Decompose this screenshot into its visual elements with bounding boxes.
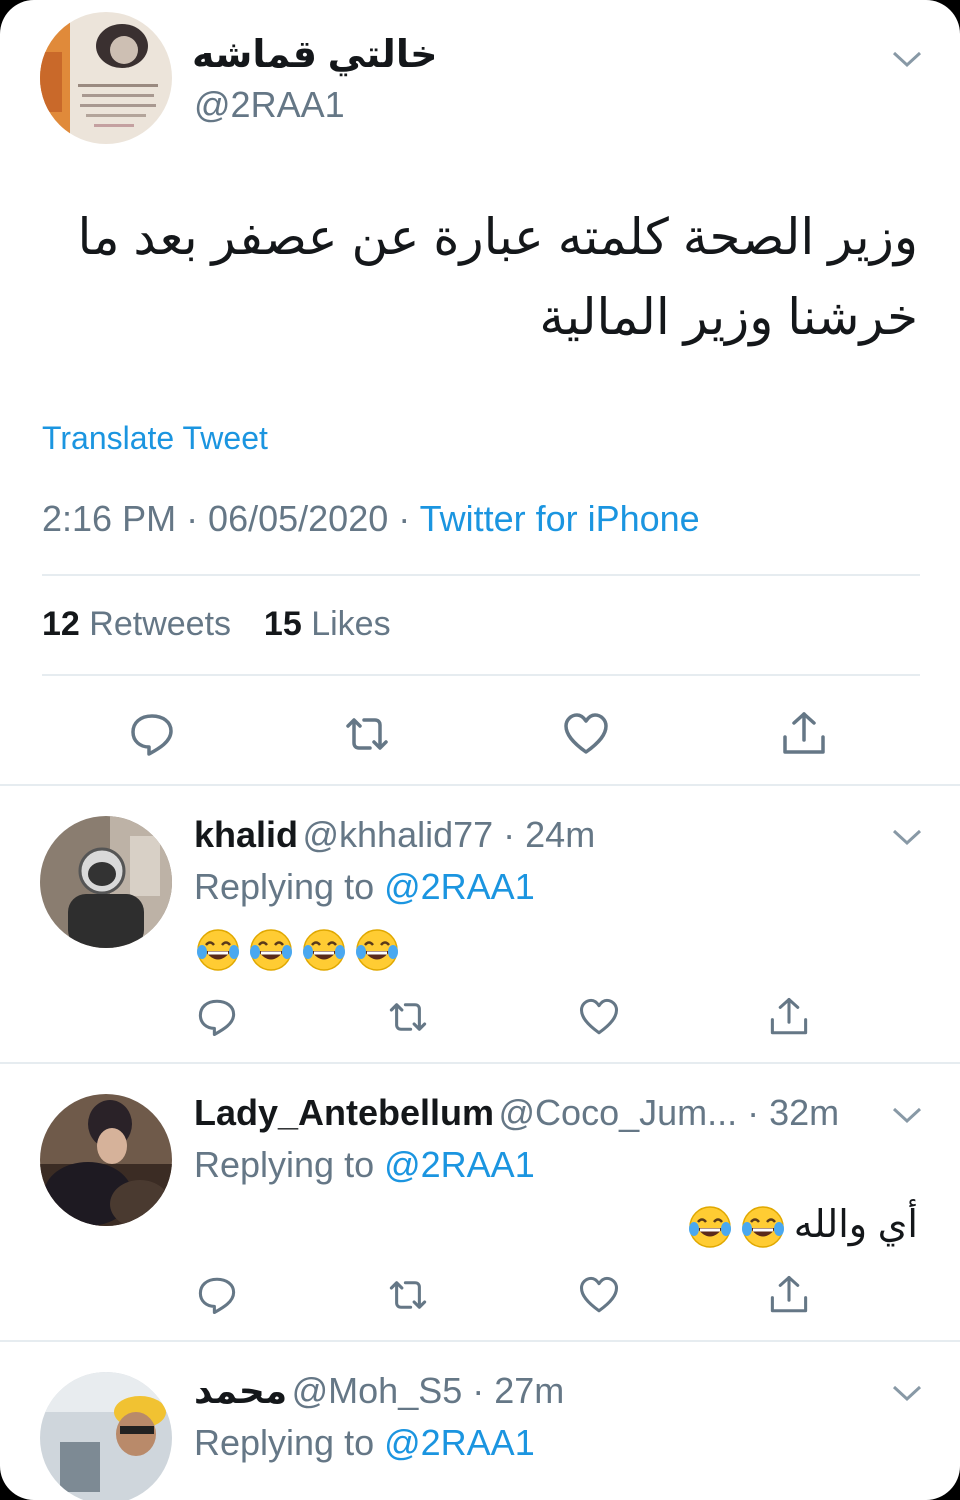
author-handle[interactable]: @2RAA1 [194, 84, 345, 126]
reply-more-chevron[interactable] [890, 1104, 924, 1126]
heart-icon [564, 713, 608, 754]
reply-display-name[interactable]: khalid [194, 814, 298, 855]
share-button[interactable] [780, 710, 828, 758]
reply-display-name[interactable]: Lady_Antebellum [194, 1092, 494, 1133]
tweet-source-link[interactable]: Twitter for iPhone [420, 498, 700, 539]
chevron-down-icon [892, 1107, 922, 1124]
tweet-meta: 2:16 PM · 06/05/2020 · Twitter for iPhon… [42, 498, 700, 540]
replying-to-label: Replying to [194, 866, 385, 907]
tweet-text-line-1: وزير الصحة كلمته عبارة عن عصفر بعد ما [77, 209, 918, 265]
translate-tweet-link[interactable]: Translate Tweet [42, 420, 268, 457]
retweet-button[interactable] [343, 710, 391, 758]
reply-icon [198, 999, 236, 1037]
likes-stat[interactable]: 15 Likes [264, 605, 391, 643]
reply-emoji-row [688, 1204, 794, 1249]
retweet-icon [389, 1003, 427, 1031]
divider [42, 574, 920, 576]
retweets-stat[interactable]: 12 Retweets [42, 605, 231, 643]
reply-text-row: أي والله [688, 1202, 918, 1249]
like-button[interactable] [578, 1274, 620, 1316]
face-with-tears-of-joy-icon [302, 928, 346, 972]
share-icon [770, 997, 808, 1035]
like-button[interactable] [578, 996, 620, 1038]
share-icon [770, 1275, 808, 1313]
reply-avatar[interactable] [40, 816, 172, 948]
divider [0, 1340, 960, 1342]
reply-text: أي والله [793, 1204, 918, 1246]
face-with-tears-of-joy-icon [249, 928, 293, 972]
replying-to-handle[interactable]: @2RAA1 [384, 866, 535, 907]
reply-time: · 32m [737, 1092, 840, 1133]
heart-icon [579, 998, 619, 1035]
share-icon [783, 712, 825, 754]
reply-display-name[interactable]: محمد [194, 1370, 287, 1411]
reply-header: محمد @Moh_S5 · 27m [194, 1370, 564, 1412]
divider [0, 784, 960, 786]
reply-header: Lady_Antebellum @Coco_Jum... · 32m [194, 1092, 839, 1134]
chevron-down-icon [892, 1385, 922, 1402]
tweet-thread-screen: خالتي قماشه @2RAA1 وزير الصحة كلمته عبار… [0, 0, 960, 1500]
face-with-tears-of-joy-icon [688, 1205, 732, 1249]
reply-handle[interactable]: @Coco_Jum... [499, 1092, 738, 1133]
face-with-tears-of-joy-icon [741, 1205, 785, 1249]
heart-icon [579, 1276, 619, 1313]
replying-to-handle[interactable]: @2RAA1 [384, 1144, 535, 1185]
tweet-timestamp: 2:16 PM · 06/05/2020 · [42, 498, 420, 539]
replying-to-handle[interactable]: @2RAA1 [384, 1422, 535, 1463]
face-with-tears-of-joy-icon [196, 928, 240, 972]
likes-count: 15 [263, 605, 302, 643]
reply-avatar[interactable] [40, 1094, 172, 1226]
like-button[interactable] [562, 710, 610, 758]
face-with-tears-of-joy-icon [355, 928, 399, 972]
retweet-button[interactable] [387, 1274, 429, 1316]
reply-button[interactable] [128, 710, 176, 758]
engagement-stats: 12 Retweets 15 Likes [42, 605, 391, 644]
reply-button[interactable] [196, 1274, 238, 1316]
retweet-icon [346, 718, 388, 750]
retweet-button[interactable] [387, 996, 429, 1038]
chevron-down-icon [892, 51, 922, 68]
replying-to-label: Replying to [194, 1422, 385, 1463]
share-button[interactable] [768, 996, 810, 1038]
share-button[interactable] [768, 1274, 810, 1316]
reply-handle[interactable]: @Moh_S5 [292, 1370, 463, 1411]
divider [42, 674, 920, 676]
retweets-label: Retweets [89, 605, 232, 643]
chevron-down-icon [892, 829, 922, 846]
reply-time: · 24m [493, 814, 596, 855]
retweets-count: 12 [42, 605, 80, 643]
reply-handle[interactable]: @khhalid77 [302, 814, 493, 855]
replying-to: Replying to @2RAA1 [194, 866, 535, 908]
retweet-icon [389, 1281, 427, 1309]
divider [0, 1062, 960, 1064]
reply-icon [198, 1277, 236, 1315]
reply-icon [131, 714, 173, 756]
likes-label: Likes [311, 605, 391, 643]
reply-more-chevron[interactable] [890, 1382, 924, 1404]
replying-to: Replying to @2RAA1 [194, 1144, 535, 1186]
more-options-chevron[interactable] [890, 48, 924, 70]
author-display-name[interactable]: خالتي قماشه [192, 32, 437, 77]
reply-time: · 27m [462, 1370, 565, 1411]
reply-header: khalid @khhalid77 · 24m [194, 814, 595, 856]
reply-button[interactable] [196, 996, 238, 1038]
reply-emoji-row [196, 928, 408, 972]
author-avatar[interactable] [40, 12, 172, 144]
replying-to-label: Replying to [194, 1144, 385, 1185]
replying-to: Replying to @2RAA1 [194, 1422, 535, 1464]
reply-more-chevron[interactable] [890, 826, 924, 848]
tweet-text-line-2: خرشنا وزير المالية [539, 289, 918, 345]
reply-avatar[interactable] [40, 1372, 172, 1500]
